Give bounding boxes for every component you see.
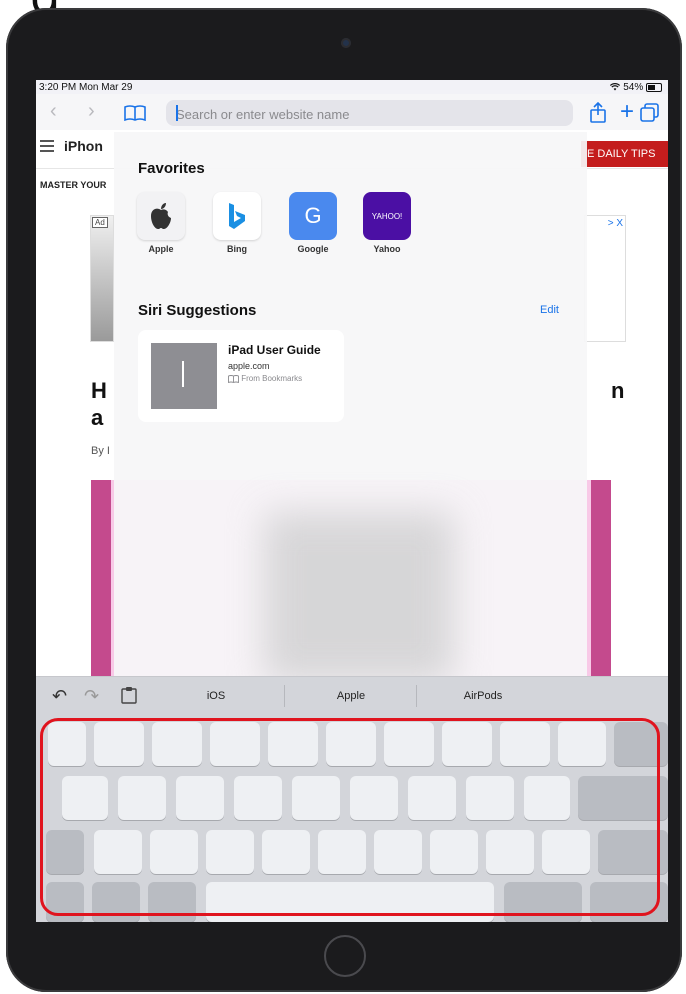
- safari-toolbar: ‹ › +: [36, 94, 668, 130]
- favorites-title: Favorites: [138, 160, 205, 177]
- book-icon: [228, 374, 239, 384]
- favorite-label: Google: [297, 244, 329, 254]
- card-source: From Bookmarks: [228, 374, 303, 384]
- bookmarks-icon[interactable]: [124, 105, 146, 121]
- favorite-bing[interactable]: Bing: [212, 192, 262, 254]
- share-icon[interactable]: [589, 102, 607, 124]
- tabs-icon[interactable]: [640, 103, 660, 123]
- battery-icon: [646, 82, 662, 92]
- headline-fragment: a: [91, 405, 104, 430]
- favorite-label: Bing: [227, 244, 247, 254]
- ad-close-icon[interactable]: > X: [608, 218, 623, 229]
- suggestion-apple[interactable]: Apple: [286, 677, 416, 715]
- ad-tag: Ad: [92, 217, 108, 228]
- edit-button[interactable]: Edit: [540, 304, 559, 316]
- card-source-text: From Bookmarks: [241, 374, 303, 383]
- paste-icon[interactable]: [121, 686, 137, 704]
- favorite-google[interactable]: G Google: [288, 192, 338, 254]
- shortcut-bar: ↶ ↷ iOS Apple AirPods: [36, 676, 668, 715]
- keyboard-highlight-outline: [40, 718, 660, 916]
- status-time: 3:20 PM Mon Mar 29: [39, 82, 133, 93]
- yahoo-icon: YAHOO!: [363, 192, 411, 240]
- card-thumbnail: [151, 343, 217, 409]
- siri-suggestions-title: Siri Suggestions: [138, 302, 257, 319]
- headline-fragment: H: [91, 378, 107, 403]
- headline-fragment: n: [611, 378, 625, 403]
- battery-percent: 54%: [623, 82, 644, 93]
- site-logo[interactable]: iPhon: [64, 138, 103, 154]
- favorite-yahoo[interactable]: YAHOO! Yahoo: [362, 192, 412, 254]
- divider: [416, 685, 417, 707]
- search-input[interactable]: [166, 100, 558, 128]
- divider: [284, 685, 285, 707]
- menu-icon[interactable]: [40, 140, 54, 152]
- favorite-label: Apple: [148, 244, 174, 254]
- card-thumb-mark: [182, 361, 184, 387]
- back-icon[interactable]: ‹: [50, 100, 57, 123]
- text-caret: [176, 105, 178, 121]
- front-camera: [341, 38, 351, 48]
- home-button[interactable]: [324, 935, 366, 977]
- suggestion-card[interactable]: iPad User Guide apple.com From Bookmarks: [138, 330, 344, 422]
- bing-icon: [213, 192, 261, 240]
- byline: By I: [91, 445, 110, 457]
- card-title: iPad User Guide: [228, 343, 321, 357]
- favorite-label: Yahoo: [373, 244, 401, 254]
- suggestion-ios[interactable]: iOS: [151, 677, 281, 715]
- blur-shadow: [264, 512, 454, 682]
- yahoo-tile-text: YAHOO!: [371, 211, 403, 221]
- card-domain: apple.com: [228, 361, 270, 371]
- redo-icon[interactable]: ↷: [84, 686, 99, 707]
- undo-icon[interactable]: ↶: [52, 686, 67, 707]
- status-bar: 3:20 PM Mon Mar 29 54%: [36, 80, 668, 94]
- address-bar[interactable]: [166, 100, 573, 128]
- forward-icon[interactable]: ›: [88, 100, 95, 123]
- wifi-icon: [610, 83, 621, 91]
- new-tab-icon[interactable]: +: [620, 98, 634, 126]
- banner-text: MASTER YOUR: [40, 180, 107, 190]
- suggestion-airpods[interactable]: AirPods: [418, 677, 548, 715]
- apple-icon: [137, 192, 185, 240]
- google-icon: G: [289, 192, 337, 240]
- ad-image: [90, 215, 114, 342]
- favorites-overlay: Favorites Apple Bing G Google YAHOO! Yah…: [114, 132, 587, 682]
- right-ad: > X: [584, 215, 626, 342]
- status-right: 54%: [610, 82, 662, 93]
- favorite-apple[interactable]: Apple: [136, 192, 186, 254]
- daily-tips-button[interactable]: E DAILY TIPS: [581, 141, 668, 167]
